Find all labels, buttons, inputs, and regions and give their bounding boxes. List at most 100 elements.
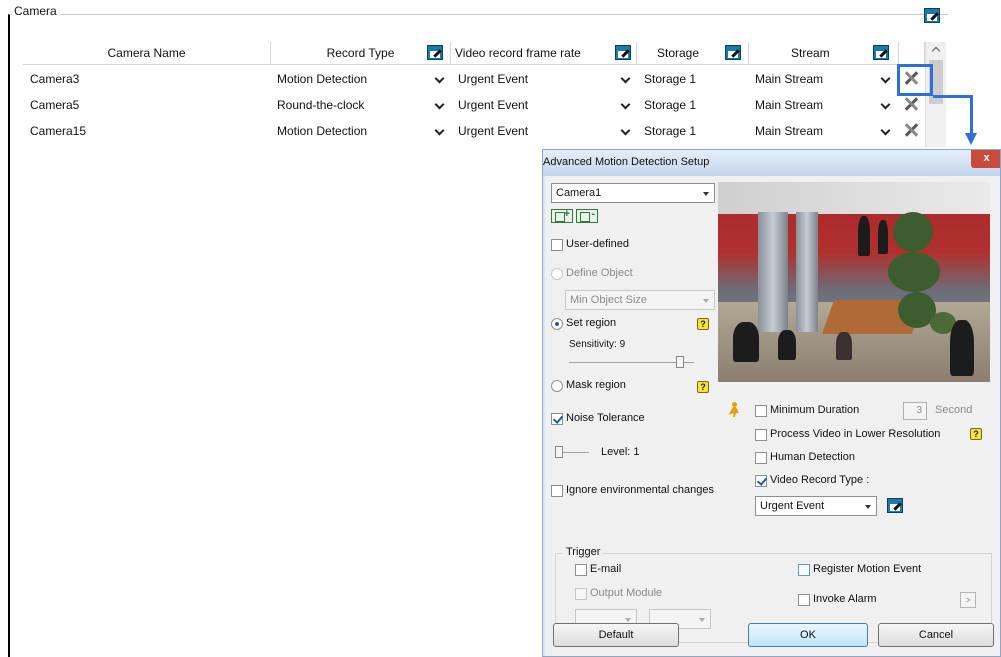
record-type-edit-icon[interactable] xyxy=(427,45,443,60)
add-region-icon[interactable]: + xyxy=(551,208,573,223)
trigger-group-title: Trigger xyxy=(563,546,604,558)
help-icon[interactable]: ? xyxy=(697,318,709,330)
level-slider-track[interactable] xyxy=(559,452,589,453)
level-slider-thumb[interactable] xyxy=(555,446,563,458)
min-object-size-value: Min Object Size xyxy=(570,294,648,306)
stream-select[interactable]: Main Stream xyxy=(755,118,823,144)
chevron-down-icon[interactable] xyxy=(434,125,445,136)
process-lower-resolution-checkbox[interactable] xyxy=(755,429,767,441)
camera-select-value: Camera1 xyxy=(556,187,602,199)
chevron-down-icon[interactable] xyxy=(880,73,891,84)
camera-preview-image[interactable] xyxy=(718,182,990,382)
remove-region-icon[interactable]: - xyxy=(576,208,598,223)
invoke-alarm-settings-button[interactable]: > xyxy=(960,592,976,608)
table-row[interactable]: Camera5 Round-the-clock Urgent Event Sto… xyxy=(23,92,928,118)
mask-region-radio[interactable] xyxy=(551,380,563,392)
video-record-type-select[interactable]: Urgent Event xyxy=(755,496,877,516)
storage-select[interactable]: Storage 1 xyxy=(644,66,696,92)
frame-rate-select[interactable]: Urgent Event xyxy=(458,92,528,118)
define-object-label: Define Object xyxy=(566,267,633,279)
dropdown-arrow-icon xyxy=(699,618,705,622)
ignore-environmental-checkbox[interactable] xyxy=(551,485,563,497)
human-detection-label: Human Detection xyxy=(770,451,855,463)
camera-group-edit-icon[interactable] xyxy=(924,8,940,24)
record-type-select[interactable]: Motion Detection xyxy=(277,66,367,92)
duration-unit-label: Second xyxy=(935,404,973,416)
sensitivity-label: Sensitivity: 9 xyxy=(569,339,626,350)
dropdown-arrow-icon xyxy=(865,505,871,509)
noise-tolerance-checkbox[interactable] xyxy=(551,413,563,425)
video-record-type-label: Video Record Type : xyxy=(770,474,870,486)
camera-name-cell: Camera15 xyxy=(30,124,87,138)
storage-select[interactable]: Storage 1 xyxy=(644,118,696,144)
frame-rate-select[interactable]: Urgent Event xyxy=(458,118,528,144)
column-header-frame-rate[interactable]: Video record frame rate xyxy=(451,42,637,65)
email-label: E-mail xyxy=(590,563,622,575)
column-header-stream-label: Stream xyxy=(791,46,830,60)
close-button[interactable]: x xyxy=(971,150,1000,168)
sensitivity-slider-thumb[interactable] xyxy=(676,356,684,368)
register-motion-event-label: Register Motion Event xyxy=(813,563,922,575)
min-object-size-select[interactable]: Min Object Size xyxy=(565,290,715,310)
duration-input[interactable]: 3 xyxy=(903,402,927,420)
email-checkbox[interactable] xyxy=(575,564,587,576)
motion-settings-tool-icon[interactable] xyxy=(903,96,919,112)
help-icon[interactable]: ? xyxy=(697,381,709,393)
stream-edit-icon[interactable] xyxy=(873,45,889,60)
cancel-button[interactable]: Cancel xyxy=(878,623,994,647)
invoke-alarm-checkbox[interactable] xyxy=(798,594,810,606)
column-header-camera-name-label: Camera Name xyxy=(107,46,186,60)
chevron-down-icon[interactable] xyxy=(620,99,631,110)
dialog-title-bar[interactable]: Advanced Motion Detection Setup x xyxy=(543,150,1000,176)
ok-button[interactable]: OK xyxy=(748,623,868,647)
invoke-alarm-label: Invoke Alarm xyxy=(813,593,877,605)
chevron-down-icon[interactable] xyxy=(434,73,445,84)
output-module-checkbox[interactable] xyxy=(575,588,587,600)
chevron-down-icon[interactable] xyxy=(880,125,891,136)
record-type-select[interactable]: Motion Detection xyxy=(277,118,367,144)
table-row[interactable]: Camera15 Motion Detection Urgent Event S… xyxy=(23,118,928,144)
motion-settings-tool-icon[interactable] xyxy=(903,122,919,138)
help-icon[interactable]: ? xyxy=(970,428,982,440)
callout-connector xyxy=(970,95,973,135)
process-lower-resolution-label: Process Video in Lower Resolution xyxy=(770,428,941,440)
video-record-type-value: Urgent Event xyxy=(760,500,825,512)
chevron-down-icon[interactable] xyxy=(880,99,891,110)
frame-rate-select[interactable]: Urgent Event xyxy=(458,66,528,92)
column-header-storage-label: Storage xyxy=(657,46,700,60)
user-defined-checkbox[interactable] xyxy=(551,239,563,251)
minimum-duration-checkbox[interactable] xyxy=(755,405,767,417)
noise-tolerance-label: Noise Tolerance xyxy=(566,412,645,424)
frame-rate-edit-icon[interactable] xyxy=(615,45,631,60)
stream-select[interactable]: Main Stream xyxy=(755,66,823,92)
chevron-down-icon[interactable] xyxy=(620,73,631,84)
user-defined-label: User-defined xyxy=(566,238,629,250)
highlight-callout-box xyxy=(897,64,933,96)
output-module-label: Output Module xyxy=(590,587,663,599)
storage-select[interactable]: Storage 1 xyxy=(644,92,696,118)
set-region-label: Set region xyxy=(566,317,617,329)
scroll-up-icon[interactable] xyxy=(931,46,941,56)
storage-edit-icon[interactable] xyxy=(725,45,741,60)
register-motion-event-checkbox[interactable] xyxy=(798,564,810,576)
camera-name-cell: Camera3 xyxy=(30,72,80,86)
advanced-motion-detection-dialog: Advanced Motion Detection Setup x Camera… xyxy=(542,149,1001,657)
set-region-radio[interactable] xyxy=(551,318,563,330)
column-header-stream[interactable]: Stream xyxy=(749,42,899,65)
record-type-edit-icon[interactable] xyxy=(887,498,903,513)
camera-group-title: Camera xyxy=(12,4,61,18)
column-header-storage[interactable]: Storage xyxy=(637,42,749,65)
chevron-down-icon[interactable] xyxy=(620,125,631,136)
stream-select[interactable]: Main Stream xyxy=(755,92,823,118)
human-detection-checkbox[interactable] xyxy=(755,452,767,464)
default-button[interactable]: Default xyxy=(553,623,679,647)
column-header-camera-name[interactable]: Camera Name xyxy=(23,42,271,65)
define-object-radio[interactable] xyxy=(551,268,563,280)
chevron-down-icon[interactable] xyxy=(434,99,445,110)
dialog-title: Advanced Motion Detection Setup xyxy=(543,156,710,168)
camera-select[interactable]: Camera1 xyxy=(551,183,715,203)
record-type-select[interactable]: Round-the-clock xyxy=(277,92,364,118)
column-header-record-type[interactable]: Record Type xyxy=(271,42,451,65)
table-row[interactable]: Camera3 Motion Detection Urgent Event St… xyxy=(23,66,928,92)
video-record-type-checkbox[interactable] xyxy=(755,475,767,487)
